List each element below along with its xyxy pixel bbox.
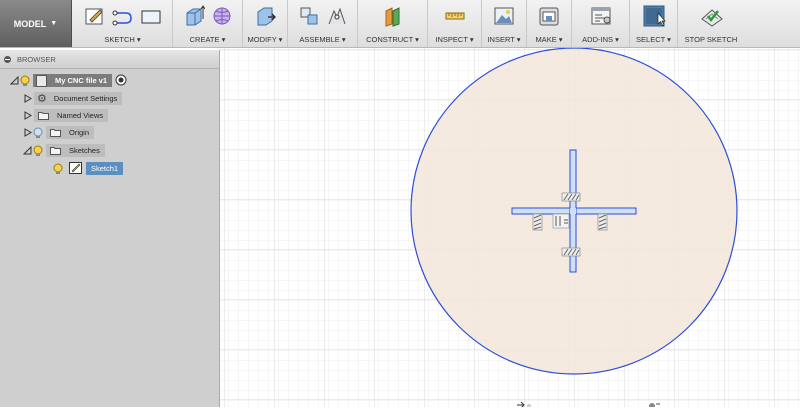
root-label: My CNC file v1 — [55, 76, 108, 85]
add-ins-group-label: ADD-INS ▾ — [582, 35, 619, 44]
chevron-down-icon: ▼ — [50, 20, 58, 27]
document-icon — [36, 74, 47, 87]
extrude-icon[interactable] — [183, 5, 205, 27]
tree-root[interactable]: My CNC file v1 — [9, 73, 127, 88]
tangent-constraint-icon[interactable] — [597, 213, 608, 231]
sketch-canvas[interactable] — [220, 47, 800, 409]
tangent-constraint-icon[interactable] — [561, 192, 581, 202]
construct-group[interactable]: CONSTRUCT ▾ — [358, 0, 428, 47]
tree-item-sketches[interactable]: Sketches — [22, 143, 105, 158]
collapse-icon[interactable] — [4, 55, 11, 63]
new-component-icon[interactable] — [298, 5, 320, 27]
make-group-label: MAKE ▾ — [535, 35, 563, 44]
select-icon[interactable] — [643, 5, 666, 27]
slot-intersection — [570, 208, 576, 214]
tree-item-document-settings[interactable]: ⚙ Document Settings — [22, 91, 123, 106]
make-group[interactable]: MAKE ▾ — [527, 0, 572, 47]
collapsed-triangle-icon[interactable] — [22, 111, 32, 121]
assemble-group[interactable]: ASSEMBLE ▾ — [288, 0, 358, 47]
visibility-bulb-icon[interactable] — [19, 75, 31, 87]
gear-icon: ⚙ — [37, 93, 47, 105]
expanded-triangle-icon[interactable] — [9, 76, 19, 86]
offset-plane-icon[interactable] — [382, 5, 404, 27]
toolbar: MODEL ▼ SKETCH ▾ CREATE ▾ MODIFY ▾ ASSEM… — [0, 0, 800, 48]
workspace-label: MODEL — [13, 18, 47, 29]
browser-title: BROWSER — [17, 54, 56, 64]
activate-radio-icon[interactable] — [115, 74, 127, 88]
select-group-label: SELECT ▾ — [636, 35, 671, 44]
tangent-constraint-icon[interactable] — [532, 213, 543, 231]
named-views-label: Named Views — [57, 111, 104, 120]
select-group[interactable]: SELECT ▾ — [630, 0, 678, 47]
sketch-icon — [69, 161, 82, 176]
joint-icon[interactable] — [326, 5, 348, 27]
collapsed-triangle-icon[interactable] — [22, 128, 32, 138]
add-ins-group[interactable]: ADD-INS ▾ — [572, 0, 630, 47]
visibility-bulb-off-icon[interactable] — [32, 127, 44, 139]
expanded-triangle-icon[interactable] — [22, 146, 32, 156]
tree-item-named-views[interactable]: Named Views — [22, 108, 109, 123]
origin-label: Origin — [69, 128, 90, 137]
folder-icon — [49, 128, 61, 138]
sketch-group-label: SKETCH ▾ — [104, 35, 141, 44]
folder-icon — [37, 111, 49, 121]
insert-group-label: INSERT ▾ — [487, 35, 521, 44]
3d-print-icon[interactable] — [538, 5, 560, 27]
browser-panel: BROWSER My CNC file v1 ⚙ Document Settin… — [0, 50, 220, 407]
canvas-viewport[interactable] — [220, 47, 800, 409]
visibility-bulb-icon[interactable] — [32, 145, 44, 157]
stop-sketch-icon[interactable] — [700, 5, 723, 27]
create-group-label: CREATE ▾ — [189, 35, 226, 44]
collapsed-triangle-icon[interactable] — [22, 94, 32, 104]
browser-header[interactable]: BROWSER — [0, 50, 219, 69]
stop-sketch-label: STOP SKETCH — [684, 35, 738, 44]
workspace-switcher[interactable]: MODEL ▼ — [0, 0, 72, 47]
sketch1-label: Sketch1 — [91, 164, 119, 173]
insert-image-icon[interactable] — [493, 5, 515, 27]
folder-icon — [49, 146, 61, 156]
assemble-group-label: ASSEMBLE ▾ — [299, 35, 346, 44]
inspect-group[interactable]: INSPECT ▾ — [428, 0, 482, 47]
tangent-constraint-icon[interactable] — [561, 247, 581, 257]
inspect-group-label: INSPECT ▾ — [435, 35, 474, 44]
modify-group-label: MODIFY ▾ — [247, 35, 283, 44]
press-pull-icon[interactable] — [254, 5, 276, 27]
create-sketch-icon[interactable] — [84, 5, 106, 27]
sketch-group[interactable]: SKETCH ▾ — [73, 0, 173, 47]
measure-icon[interactable] — [444, 5, 466, 27]
stop-sketch-group[interactable]: STOP SKETCH — [678, 0, 744, 47]
tree-item-sketch1[interactable]: Sketch1 — [52, 161, 124, 176]
sketches-label: Sketches — [69, 146, 100, 155]
visibility-bulb-icon[interactable] — [52, 163, 64, 175]
document-settings-label: Document Settings — [53, 94, 118, 103]
rectangle-icon[interactable] — [140, 5, 162, 27]
create-group[interactable]: CREATE ▾ — [173, 0, 243, 47]
insert-group[interactable]: INSERT ▾ — [482, 0, 527, 47]
parallel-constraint-icon[interactable] — [552, 213, 570, 229]
scripts-icon[interactable] — [590, 5, 612, 27]
construct-group-label: CONSTRUCT ▾ — [366, 35, 419, 44]
form-icon[interactable] — [211, 5, 233, 27]
modify-group[interactable]: MODIFY ▾ — [243, 0, 288, 47]
line-icon[interactable] — [112, 5, 134, 27]
tree-item-origin[interactable]: Origin — [22, 125, 95, 140]
